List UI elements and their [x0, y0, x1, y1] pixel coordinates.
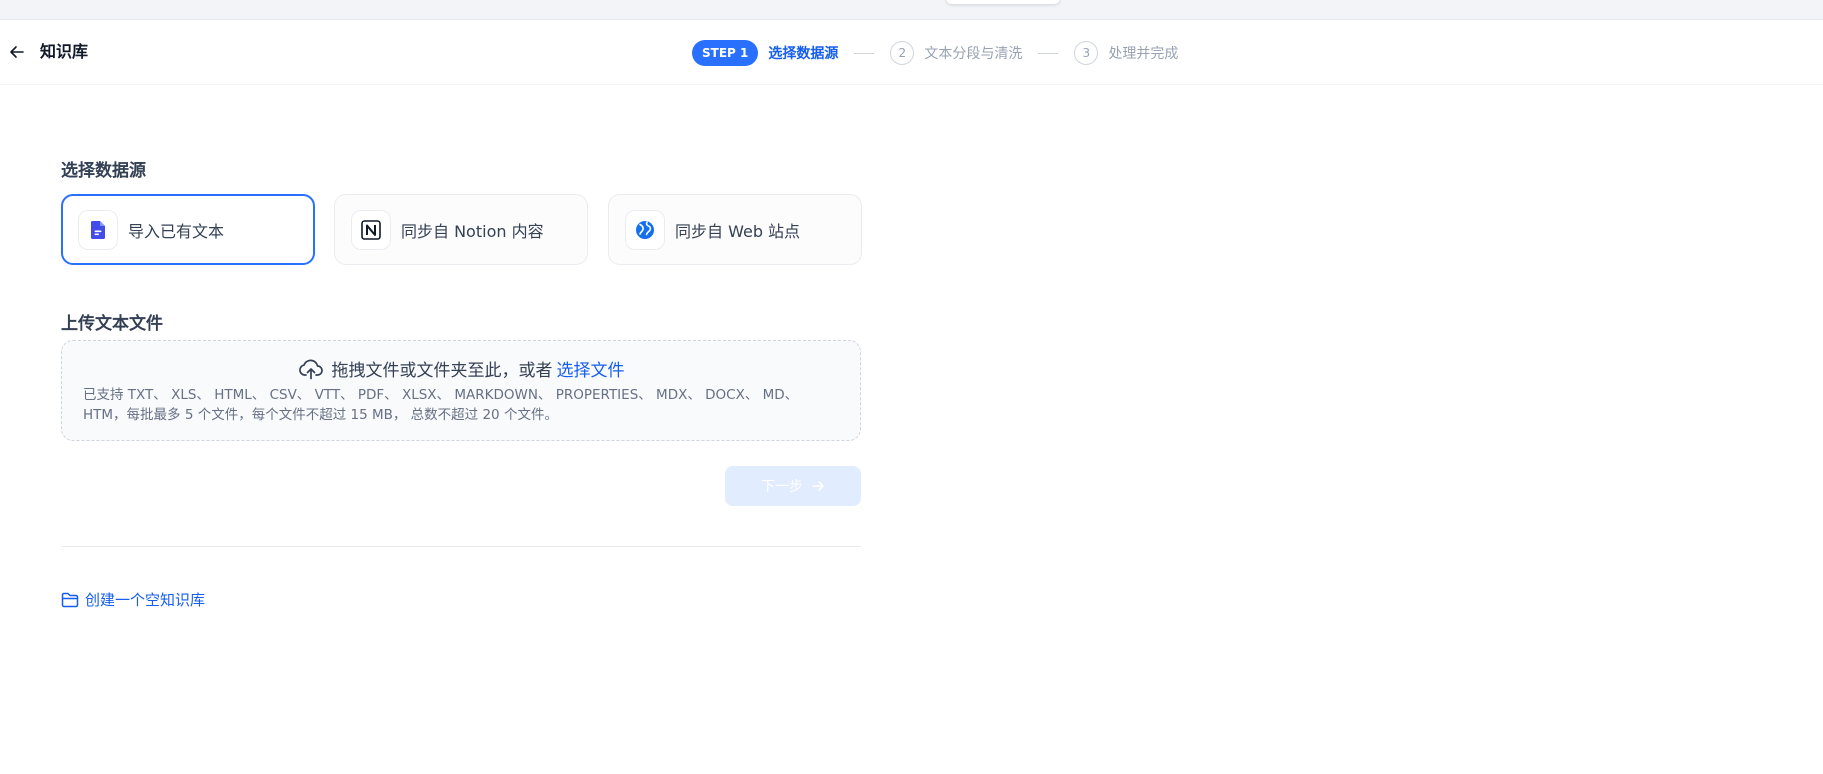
step-separator — [854, 52, 875, 54]
step-indicator: STEP 1 选择数据源 2 文本分段与清洗 3 处理并完成 — [692, 40, 1178, 66]
dropzone-text: 拖拽文件或文件夹至此，或者 — [331, 361, 553, 381]
page-title: 知识库 — [40, 42, 89, 61]
page-header: 知识库 STEP 1 选择数据源 2 文本分段与清洗 3 处理并完成 — [0, 21, 1823, 85]
file-dropzone[interactable]: 拖拽文件或文件夹至此，或者 选择文件 已支持 TXT、 XLS、 HTML、 C… — [61, 340, 861, 441]
step-3-label: 处理并完成 — [1108, 46, 1179, 62]
data-source-title: 选择数据源 — [61, 161, 146, 181]
source-card-import-text[interactable]: 导入已有文本 — [61, 194, 315, 265]
step-2-label: 文本分段与清洗 — [924, 46, 1023, 62]
dropzone-prompt: 拖拽文件或文件夹至此，或者 选择文件 — [62, 356, 860, 381]
arrow-right-icon — [812, 481, 824, 491]
globe-icon — [625, 209, 665, 250]
file-icon — [78, 209, 118, 250]
cloud-upload-icon — [298, 359, 323, 379]
arrow-left-icon — [10, 46, 24, 58]
back-button[interactable] — [6, 41, 28, 63]
select-file-link[interactable]: 选择文件 — [557, 356, 625, 381]
step-2-number: 2 — [890, 41, 915, 65]
create-empty-knowledge-button[interactable]: 创建一个空知识库 — [61, 589, 205, 610]
section-divider — [61, 546, 861, 547]
step-3-number: 3 — [1074, 41, 1099, 65]
browser-top-strip — [0, 0, 1823, 20]
step-separator — [1038, 52, 1059, 54]
source-card-label: 导入已有文本 — [128, 221, 225, 241]
source-card-notion[interactable]: 同步自 Notion 内容 — [334, 194, 588, 265]
source-card-label: 同步自 Notion 内容 — [401, 221, 544, 241]
next-step-label: 下一步 — [761, 479, 803, 495]
next-step-button[interactable]: 下一步 — [725, 466, 861, 506]
source-card-web[interactable]: 同步自 Web 站点 — [608, 194, 862, 265]
step-1-badge: STEP 1 — [692, 40, 759, 66]
notion-icon — [351, 209, 391, 250]
supported-formats-hint: 已支持 TXT、 XLS、 HTML、 CSV、 VTT、 PDF、 XLSX、… — [83, 387, 799, 423]
upload-title: 上传文本文件 — [61, 314, 163, 334]
step-1-label: 选择数据源 — [768, 46, 839, 62]
folder-icon — [61, 592, 79, 607]
source-card-label: 同步自 Web 站点 — [675, 221, 801, 241]
create-empty-label: 创建一个空知识库 — [85, 591, 206, 609]
top-tab-handle — [946, 0, 1060, 4]
